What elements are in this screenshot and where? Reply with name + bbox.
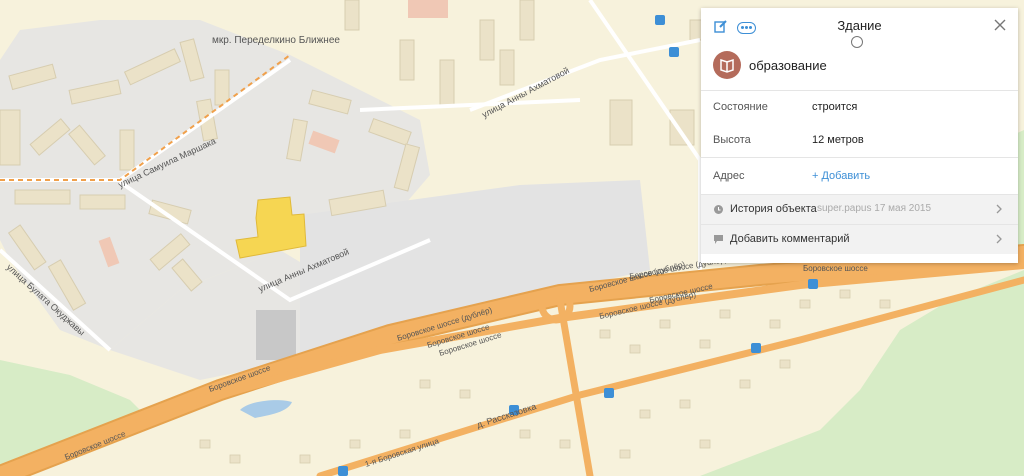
- category-row: образование: [701, 42, 1018, 91]
- info-key: Высота: [713, 134, 751, 146]
- category-label: образование: [749, 58, 827, 73]
- info-value: 12 метров: [812, 134, 864, 146]
- info-key: Состояние: [713, 101, 768, 113]
- history-row[interactable]: История объекта super.papus 17 мая 2015: [701, 194, 1018, 224]
- chevron-right-icon: [996, 234, 1002, 244]
- panel-title: Здание: [837, 18, 882, 33]
- add-address-button[interactable]: + Добавить: [812, 170, 870, 182]
- object-info-panel: Здание образование Состояние строится Вы…: [701, 8, 1018, 263]
- address-row: Адрес + Добавить: [701, 158, 1018, 194]
- history-label: История объекта: [730, 203, 817, 215]
- info-value: строится: [812, 101, 858, 113]
- close-icon[interactable]: [994, 19, 1006, 31]
- info-row: Состояние строится: [701, 91, 1018, 124]
- book-icon: [713, 51, 741, 79]
- road-label: Боровское шоссе: [803, 264, 868, 273]
- chevron-right-icon: [996, 204, 1002, 214]
- comment-label: Добавить комментарий: [730, 233, 850, 245]
- info-row: Высота 12 метров: [701, 124, 1018, 157]
- comment-row[interactable]: Добавить комментарий: [701, 224, 1018, 254]
- district-label: мкр. Переделкино Ближнее: [212, 35, 340, 46]
- clock-icon: [714, 205, 723, 214]
- comment-icon: [714, 235, 723, 244]
- history-meta: super.papus 17 мая 2015: [817, 203, 932, 214]
- panel-header: Здание: [701, 8, 1018, 48]
- building: [256, 310, 296, 360]
- address-key: Адрес: [713, 170, 745, 182]
